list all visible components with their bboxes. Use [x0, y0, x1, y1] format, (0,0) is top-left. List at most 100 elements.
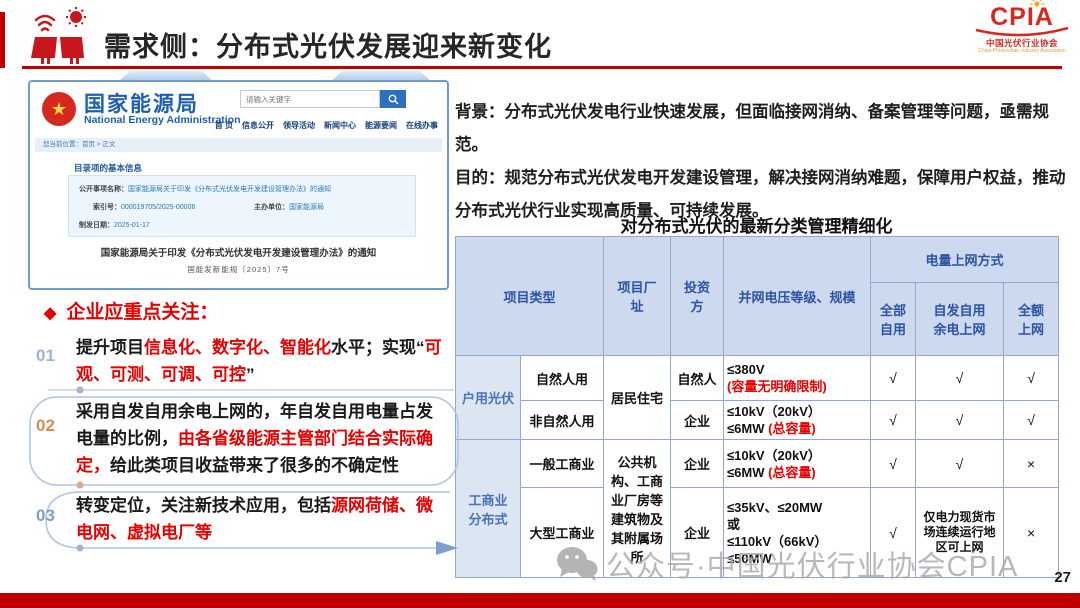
- focus-item-text: 转变定位，关注新技术应用，包括源网荷储、微电网、虚拟电厂等: [76, 492, 444, 546]
- focus-text-segment: 转变定位，关注新技术应用，包括: [76, 496, 331, 515]
- cell-check: √: [1004, 401, 1059, 440]
- page-title: 需求侧：分布式光伏发展迎来新变化: [104, 25, 552, 64]
- background-label: 背景：: [455, 103, 505, 121]
- cell-check: √: [916, 401, 1004, 440]
- cell-check: √: [871, 356, 916, 401]
- cell-sub-general: 一般工商业: [521, 440, 604, 488]
- cpia-acronym: CPIA: [970, 4, 1074, 30]
- watermark: 公众号·中国光伏行业协会CPIA: [556, 543, 1018, 585]
- field-name-value: 国家能源局关于印发《分布式光伏发电开发建设管理办法》的通知: [128, 186, 331, 193]
- cell-check: √: [871, 440, 916, 488]
- cell-investor-company: 企业: [671, 440, 724, 488]
- field-index: 索引号：000019705/2025-00006: [93, 202, 195, 212]
- nea-search-box: [240, 90, 406, 108]
- search-input[interactable]: [240, 90, 380, 108]
- search-icon: [388, 94, 399, 105]
- table-title: 对分布式光伏的最新分类管理精细化: [455, 212, 1058, 237]
- focus-heading-text: 企业应重点关注：: [66, 302, 218, 323]
- field-name: 公开事项名称：国家能源局关于印发《分布式光伏发电开发建设管理办法》的通知: [79, 184, 331, 194]
- grid-main: ≤6MW: [727, 465, 768, 480]
- nav-item-home[interactable]: 首 页: [215, 120, 233, 131]
- header-grid-voltage: 并网电压等级、规模: [724, 237, 871, 356]
- grid-main: ≤10kV（20kV）: [727, 403, 867, 420]
- purpose-label: 目的：: [455, 169, 505, 187]
- nav-item-leaders[interactable]: 领导活动: [283, 120, 315, 131]
- document-number: 国能发新能规〔2025〕7号: [30, 264, 447, 275]
- cpia-org-name-en: China Photovoltaic Industry Association: [970, 48, 1074, 54]
- cpia-org-name: 中国光伏行业协会: [970, 39, 1074, 48]
- classification-table: 项目类型 项目厂 址 投资 方 并网电压等级、规模 电量上网方式 全部 自用 自…: [455, 236, 1059, 578]
- cell-site-residential: 居民住宅: [604, 356, 671, 440]
- info-section-title: 目录项的基本信息: [74, 162, 142, 174]
- solar-panel-icon: [28, 6, 90, 71]
- focus-text-segment: 提升项目: [76, 338, 144, 357]
- page-number: 27: [1054, 569, 1071, 586]
- cell-investor-natural: 自然人: [671, 356, 724, 401]
- diamond-icon: ◆: [44, 305, 56, 322]
- info-box: 公开事项名称：国家能源局关于印发《分布式光伏发电开发建设管理办法》的通知 索引号…: [68, 175, 416, 237]
- field-index-value: 000019705/2025-00006: [121, 204, 195, 211]
- focus-item-number: 02: [36, 416, 55, 436]
- cell-check: √: [1004, 356, 1059, 401]
- wechat-icon: [556, 546, 598, 582]
- grid-note: (总容量): [768, 421, 816, 436]
- footer-red-bar: [0, 593, 1080, 608]
- cell-check: ×: [1004, 440, 1059, 488]
- field-date-value: 2025-01-17: [114, 222, 150, 229]
- cell-check: √: [871, 401, 916, 440]
- cell-check: √: [916, 356, 1004, 401]
- header-mode-surplus: 自发自用 余电上网: [916, 283, 1004, 356]
- title-underline: [22, 66, 1062, 69]
- left-accent-bar: [0, 12, 5, 68]
- cell-category-commercial: 工商业 分布式: [456, 440, 521, 578]
- nav-item-info[interactable]: 信息公开: [242, 120, 274, 131]
- field-org: 主办单位：国家能源局: [254, 202, 324, 212]
- field-name-label: 公开事项名称：: [79, 186, 128, 193]
- focus-text-segment: 水平；实现“: [331, 338, 425, 357]
- header-site: 项目厂 址: [604, 237, 671, 356]
- focus-text-segment: ”: [246, 365, 255, 384]
- focus-item-text: 采用自发自用余电上网的，年自发自用电量占发电量的比例，由各省级能源主管部门结合实…: [76, 398, 444, 479]
- background-text: 分布式光伏发电行业快速发展，但面临接网消纳、备案管理等问题，亟需规范。: [455, 103, 1049, 154]
- focus-item-number: 01: [36, 346, 55, 366]
- field-org-label: 主办单位：: [254, 204, 289, 211]
- breadcrumb: 您当前位置：首页 > 正文: [35, 138, 442, 152]
- header-project-type: 项目类型: [456, 237, 604, 356]
- cell-investor-company: 企业: [671, 401, 724, 440]
- focus-item-text: 提升项目信息化、数字化、智能化水平；实现“可观、可测、可调、可控”: [76, 334, 444, 388]
- nav-item-news[interactable]: 新闻中心: [324, 120, 356, 131]
- cell-grid-r2: ≤10kV（20kV）≤6MW (总容量): [724, 401, 871, 440]
- slide: 需求侧：分布式光伏发展迎来新变化 CPIA 中国光伏行业协会 China Pho…: [0, 0, 1080, 608]
- focus-text-segment: 信息化、数字化、智能化: [144, 338, 331, 357]
- nea-website-screenshot: ★ 国家能源局 National Energy Administration 首…: [28, 80, 449, 290]
- cell-grid-r3: ≤10kV（20kV）≤6MW (总容量): [724, 440, 871, 488]
- cell-check: √: [916, 440, 1004, 488]
- field-index-label: 索引号：: [93, 204, 121, 211]
- field-date: 制发日期：2025-01-17: [79, 220, 150, 230]
- grid-note: (容量无明确限制): [727, 378, 867, 395]
- cell-sub-nonnatural: 非自然人用: [521, 401, 604, 440]
- intro-paragraph: 背景：分布式光伏发电行业快速发展，但面临接网消纳、备案管理等问题，亟需规范。 目…: [455, 96, 1073, 228]
- grid-main: ≤380V: [727, 361, 867, 378]
- cpia-sun-icon: [1030, 0, 1044, 7]
- header-investor: 投资 方: [671, 237, 724, 356]
- grid-main: ≤10kV（20kV）: [727, 447, 867, 464]
- watermark-text: 公众号·中国光伏行业协会CPIA: [606, 543, 1018, 585]
- header-mode-group: 电量上网方式: [871, 237, 1059, 283]
- grid-main: ≤6MW: [727, 421, 768, 436]
- header-mode-self: 全部 自用: [871, 283, 916, 356]
- header-mode-full: 全额 上网: [1004, 283, 1059, 356]
- cell-sub-natural: 自然人用: [521, 356, 604, 401]
- cpia-logo: CPIA 中国光伏行业协会 China Photovoltaic Industr…: [970, 4, 1074, 54]
- cell-category-household: 户用光伏: [456, 356, 521, 440]
- cell-grid-r1: ≤380V(容量无明确限制): [724, 356, 871, 401]
- field-org-value: 国家能源局: [289, 204, 324, 211]
- nav-item-online[interactable]: 在线办事: [406, 120, 438, 131]
- focus-item-number: 03: [36, 506, 55, 526]
- search-button[interactable]: [380, 90, 406, 108]
- nea-nav: 首 页 信息公开 领导活动 新闻中心 能源要闻 在线办事: [30, 120, 438, 131]
- focus-heading: ◆ 企业应重点关注：: [44, 297, 218, 324]
- field-date-label: 制发日期：: [79, 222, 114, 229]
- document-title: 国家能源局关于印发《分布式光伏发电开发建设管理办法》的通知: [30, 245, 447, 259]
- nav-item-energy-news[interactable]: 能源要闻: [365, 120, 397, 131]
